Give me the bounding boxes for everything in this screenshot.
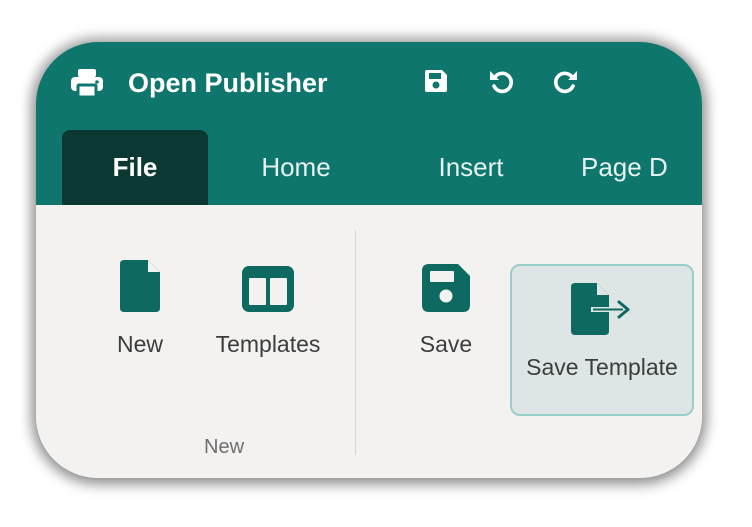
app-title: Open Publisher [128,68,328,98]
new-button[interactable]: New [90,257,190,358]
tab-insert[interactable]: Insert [401,130,541,205]
title-bar: Open Publisher [36,42,702,130]
redo-button[interactable] [549,66,583,100]
app-window: Open Publisher File Home Insert Page D N… [36,42,702,478]
undo-icon [487,67,515,100]
save-button[interactable]: Save [396,257,496,358]
templates-label: Templates [215,331,321,357]
file-export-icon [571,283,633,340]
file-icon [120,260,160,317]
templates-icon [242,266,294,317]
quick-save-button[interactable] [419,66,453,100]
ribbon-panel: New Templates Save Save Template New [36,205,702,478]
group-separator [355,230,356,455]
save-icon [422,264,470,317]
save-label: Save [419,331,473,357]
tab-page-design[interactable]: Page D [581,130,702,205]
ribbon-tab-bar: File Home Insert Page D [36,130,702,205]
tab-file[interactable]: File [62,130,208,205]
save-icon [422,67,450,100]
save-template-button[interactable]: Save Template [510,264,694,416]
group-label-new: New [204,436,245,458]
printer-icon [70,68,104,99]
redo-icon [552,67,580,100]
templates-button[interactable]: Templates [204,257,332,358]
tab-home[interactable]: Home [226,130,366,205]
save-template-label: Save Template [526,354,678,380]
undo-button[interactable] [484,66,518,100]
new-label: New [116,331,163,357]
